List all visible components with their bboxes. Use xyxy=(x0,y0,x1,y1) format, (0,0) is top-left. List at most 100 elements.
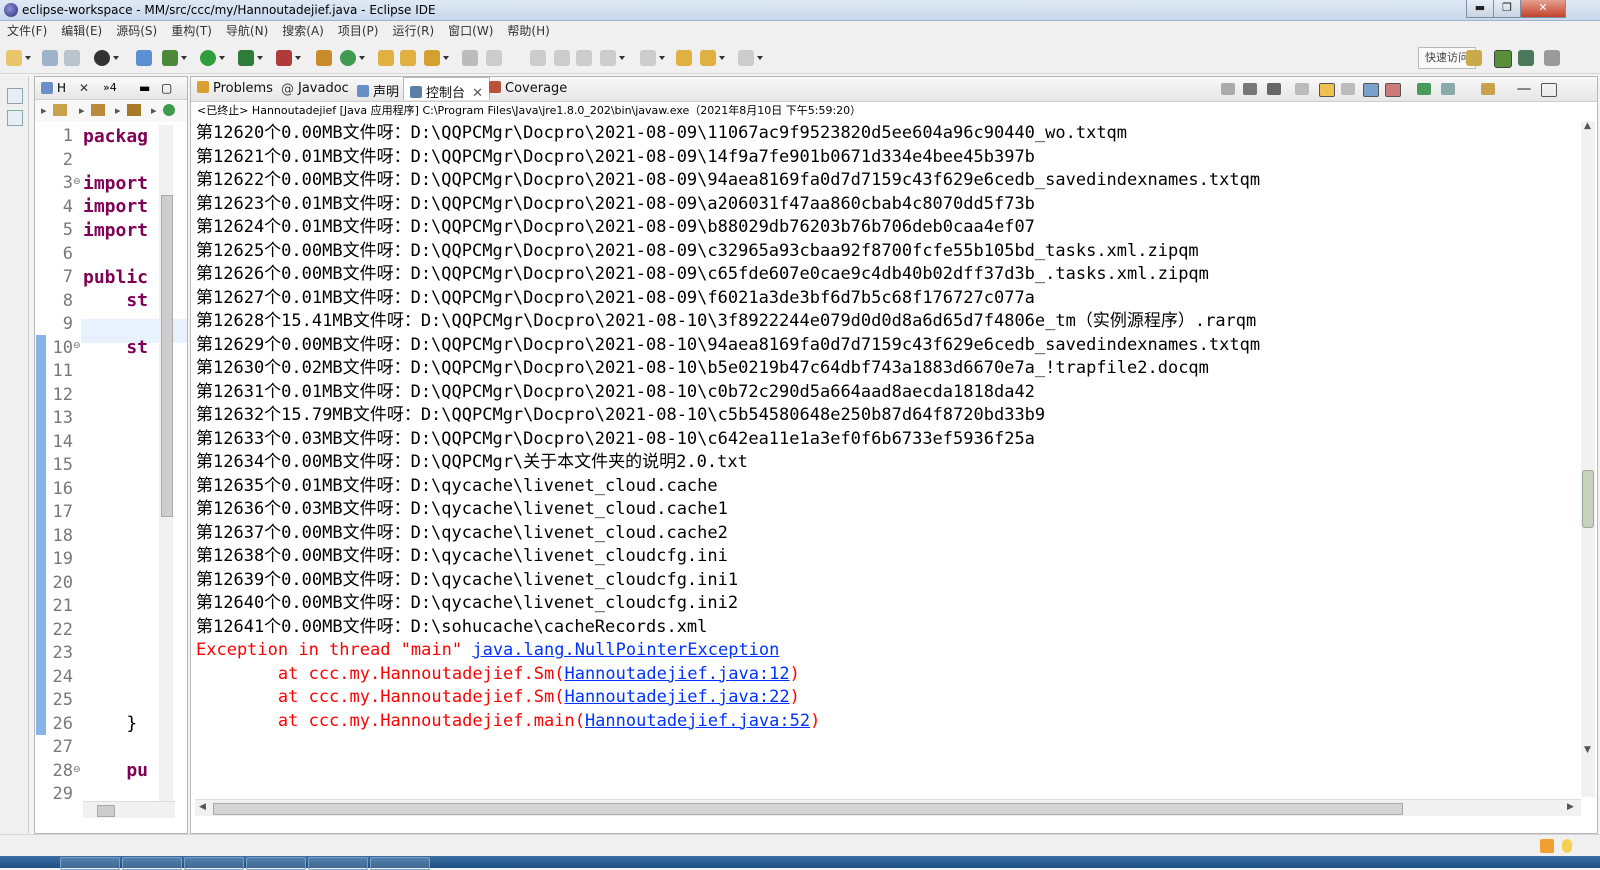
open-console-icon[interactable] xyxy=(1481,83,1495,95)
menu-refactor[interactable]: 重构(T) xyxy=(164,21,219,42)
restore-button[interactable]: ❐ xyxy=(1493,0,1521,18)
fold-toggle-icon[interactable]: ⊖ xyxy=(73,765,81,775)
scroll-lock-icon[interactable] xyxy=(1319,83,1335,97)
new-icon[interactable] xyxy=(6,50,31,66)
show-on-stderr-icon[interactable] xyxy=(1385,83,1401,97)
back-icon[interactable] xyxy=(700,50,725,66)
taskbar-app-button[interactable] xyxy=(184,857,244,870)
next-annotation-icon[interactable] xyxy=(600,50,625,66)
project-icon[interactable] xyxy=(53,104,67,116)
git-perspective-icon[interactable] xyxy=(1544,50,1560,66)
show-on-stdout-icon[interactable] xyxy=(1363,83,1379,97)
taskbar-app-button[interactable] xyxy=(60,857,120,870)
scroll-thumb[interactable] xyxy=(97,805,115,817)
skip-breakpoints-icon[interactable] xyxy=(136,50,152,66)
close-button[interactable]: ✕ xyxy=(1520,0,1566,18)
taskbar-app-button[interactable] xyxy=(122,857,182,870)
remove-all-terminated-icon[interactable] xyxy=(1267,83,1281,95)
show-whitespace-icon[interactable] xyxy=(576,50,592,66)
debug-perspective-icon[interactable] xyxy=(1518,50,1534,66)
menu-search[interactable]: 搜索(A) xyxy=(275,21,331,42)
breadcrumb-chevron-icon[interactable]: ▸ xyxy=(79,104,85,117)
run-icon[interactable] xyxy=(200,50,225,66)
word-wrap-console-icon[interactable] xyxy=(1341,83,1355,95)
terminate-icon[interactable] xyxy=(1221,83,1235,95)
minimize-button[interactable]: ▬ xyxy=(1466,0,1494,18)
more-editors-badge[interactable]: »4 xyxy=(103,81,117,94)
scroll-left-icon[interactable]: ◀ xyxy=(199,802,206,812)
menu-window[interactable]: 窗口(W) xyxy=(441,21,500,42)
menu-edit[interactable]: 编辑(E) xyxy=(54,21,109,42)
stack-frame-source-link[interactable]: Hannoutadejief.java:12 xyxy=(564,664,789,684)
package-explorer-icon[interactable] xyxy=(7,110,23,126)
previous-annotation-icon[interactable] xyxy=(640,50,665,66)
scroll-thumb[interactable] xyxy=(161,195,173,517)
editor-tab[interactable]: H xyxy=(57,81,66,95)
editor-vertical-scrollbar[interactable] xyxy=(159,125,173,805)
display-selected-console-icon[interactable] xyxy=(1441,83,1455,95)
close-tab-icon[interactable]: ✕ xyxy=(472,86,483,101)
tab-problems[interactable]: Problems xyxy=(197,81,273,96)
editor-horizontal-scrollbar[interactable] xyxy=(83,801,175,818)
menu-run[interactable]: 运行(R) xyxy=(385,21,441,42)
scroll-down-icon[interactable]: ▼ xyxy=(1584,745,1591,755)
scroll-up-icon[interactable]: ▲ xyxy=(1584,121,1591,131)
java-perspective-icon[interactable] xyxy=(1494,50,1512,68)
tab-coverage[interactable]: Coverage xyxy=(489,81,567,96)
maximize-view-icon[interactable]: ▢ xyxy=(161,81,172,95)
tab-declaration[interactable]: 声明 xyxy=(357,81,399,100)
tab-console[interactable]: 控制台 ✕ xyxy=(403,77,491,101)
toggle-annotations-icon[interactable] xyxy=(462,50,478,66)
pin-console-icon[interactable] xyxy=(1417,83,1431,95)
remove-launch-icon[interactable] xyxy=(1243,83,1257,95)
class-icon[interactable] xyxy=(163,104,175,116)
new-java-class-icon[interactable] xyxy=(340,50,365,66)
open-perspective-icon[interactable] xyxy=(1466,50,1482,66)
taskbar-app-button[interactable] xyxy=(370,857,430,870)
exception-type-link[interactable]: java.lang.NullPointerException xyxy=(472,640,779,660)
scroll-right-icon[interactable]: ▶ xyxy=(1567,802,1574,812)
open-type-icon[interactable] xyxy=(378,50,394,66)
clear-console-icon[interactable] xyxy=(1295,83,1309,95)
maximize-view-icon[interactable] xyxy=(1541,83,1557,97)
console-output[interactable]: 第12620个0.00MB文件呀：D:\QQPCMgr\Docpro\2021-… xyxy=(196,122,1546,798)
breadcrumb-chevron-icon[interactable]: ▸ xyxy=(151,104,157,117)
minimize-view-icon[interactable] xyxy=(1517,88,1531,90)
menu-navigate[interactable]: 导航(N) xyxy=(219,21,275,42)
fold-toggle-icon[interactable]: ⊖ xyxy=(73,177,81,187)
console-vertical-scrollbar[interactable]: ▲ ▼ xyxy=(1581,121,1595,797)
src-folder-icon[interactable] xyxy=(91,104,105,116)
close-editor-icon[interactable]: ✕ xyxy=(79,81,89,95)
coverage-run-icon[interactable] xyxy=(238,50,263,66)
word-wrap-icon[interactable] xyxy=(530,50,546,66)
debug-icon[interactable] xyxy=(162,50,187,66)
breadcrumb-chevron-icon[interactable]: ▸ xyxy=(115,104,121,117)
search-icon[interactable] xyxy=(424,50,449,66)
open-task-icon[interactable] xyxy=(400,50,416,66)
last-edit-location-icon[interactable] xyxy=(676,50,692,66)
package-icon[interactable] xyxy=(127,104,141,116)
console-horizontal-scrollbar[interactable]: ◀ ▶ xyxy=(195,799,1581,816)
rss-icon[interactable] xyxy=(1540,839,1554,853)
breadcrumb-chevron-icon[interactable]: ▸ xyxy=(41,104,47,117)
restore-view-icon[interactable] xyxy=(7,88,23,104)
tip-lightbulb-icon[interactable] xyxy=(1562,839,1572,853)
save-all-icon[interactable] xyxy=(64,50,80,66)
stack-frame-source-link[interactable]: Hannoutadejief.java:22 xyxy=(564,687,789,707)
stack-frame-source-link[interactable]: Hannoutadejief.java:52 xyxy=(585,711,810,731)
menu-file[interactable]: 文件(F) xyxy=(0,21,54,42)
tab-javadoc[interactable]: @ Javadoc xyxy=(281,81,349,97)
taskbar-app-button[interactable] xyxy=(246,857,306,870)
save-icon[interactable] xyxy=(42,50,58,66)
taskbar-app-button[interactable] xyxy=(308,857,368,870)
external-tools-icon[interactable] xyxy=(276,50,301,66)
forward-icon[interactable] xyxy=(738,50,763,66)
menu-source[interactable]: 源码(S) xyxy=(109,21,164,42)
block-selection-icon[interactable] xyxy=(554,50,570,66)
account-icon[interactable] xyxy=(94,50,119,66)
new-java-package-icon[interactable] xyxy=(316,50,332,66)
toggle-mark-occurrences-icon[interactable] xyxy=(486,50,502,66)
menu-project[interactable]: 项目(P) xyxy=(331,21,386,42)
scroll-thumb[interactable] xyxy=(213,803,1403,815)
minimize-view-icon[interactable]: ▬ xyxy=(139,81,150,95)
